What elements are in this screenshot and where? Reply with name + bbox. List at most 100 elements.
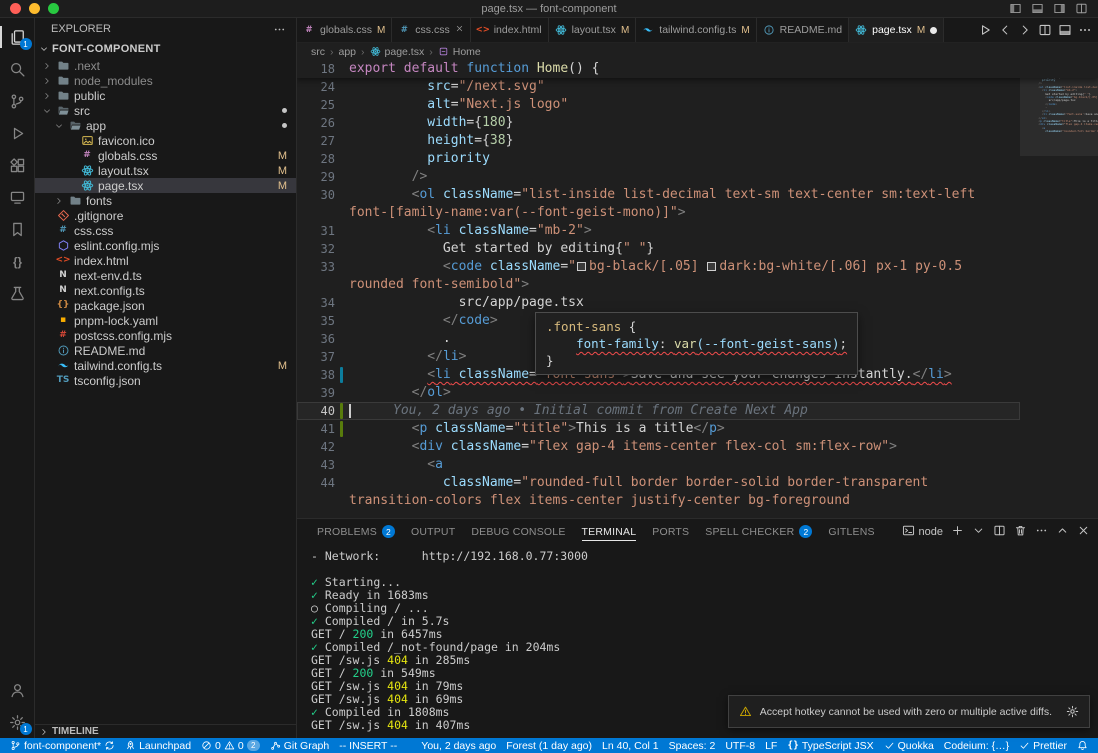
notification-toast[interactable]: Accept hotkey cannot be used with zero o… [728, 695, 1090, 728]
breadcrumb-item-src[interactable]: src [311, 46, 325, 58]
split-terminal[interactable] [993, 524, 1006, 540]
status-forest[interactable]: Forest (1 day ago) [501, 738, 597, 753]
panel-tab-terminal[interactable]: TERMINAL [574, 519, 645, 544]
tree-item-css-css[interactable]: #css.css [35, 223, 296, 238]
panel-tab-spell-checker[interactable]: SPELL CHECKER2 [697, 519, 820, 544]
code-line-32[interactable]: 32 Get started by editing{" "} [297, 240, 1020, 258]
tab-index-html[interactable]: <>index.html [471, 18, 549, 42]
line-number[interactable]: 39 [297, 384, 349, 402]
tree-item-src[interactable]: src [35, 103, 296, 118]
line-number[interactable]: 44 [297, 474, 349, 510]
code-line-26[interactable]: 26 width={180} [297, 114, 1020, 132]
tab-tailwind-config-ts[interactable]: tailwind.config.tsM [636, 18, 756, 42]
line-number[interactable]: 26 [297, 114, 349, 132]
panel-tab-debug-console[interactable]: DEBUG CONSOLE [463, 519, 573, 544]
toggle-panel-layout-icon[interactable] [1058, 23, 1072, 37]
tree-item-index-html[interactable]: <>index.html [35, 253, 296, 268]
minimize-window-button[interactable] [29, 3, 40, 14]
tree-item-eslint-config-mjs[interactable]: eslint.config.mjs [35, 238, 296, 253]
activity-source-control[interactable] [0, 85, 35, 117]
activity-explorer[interactable]: 1 [0, 21, 35, 53]
line-number[interactable]: 37 [297, 348, 349, 366]
line-number[interactable]: 41 [297, 420, 349, 438]
status-git-graph[interactable]: Git Graph [265, 738, 335, 753]
toggle-primary-sidebar-icon[interactable] [1009, 2, 1022, 15]
tree-item-postcss-config-mjs[interactable]: #postcss.config.mjs [35, 328, 296, 343]
status-branch[interactable]: font-component* [5, 738, 120, 753]
status-encoding[interactable]: UTF-8 [720, 738, 760, 753]
line-number[interactable]: 28 [297, 150, 349, 168]
terminal-profile[interactable]: node [902, 524, 943, 540]
activity-snippets[interactable]: {} [0, 245, 35, 277]
breadcrumb-item-page-tsx[interactable]: page.tsx [370, 46, 425, 58]
line-number[interactable]: 34 [297, 294, 349, 312]
explorer-more-actions-icon[interactable] [273, 23, 286, 36]
activity-run-and-debug[interactable] [0, 117, 35, 149]
line-number[interactable]: 42 [297, 438, 349, 456]
line-number[interactable]: 32 [297, 240, 349, 258]
tree-item-tailwind-config-ts[interactable]: tailwind.config.tsM [35, 358, 296, 373]
kill-terminal[interactable] [1014, 524, 1027, 540]
tree-item-next-config-ts[interactable]: Nnext.config.ts [35, 283, 296, 298]
tab-page-tsx[interactable]: page.tsxM [849, 18, 944, 42]
tree-item-layout-tsx[interactable]: layout.tsxM [35, 163, 296, 178]
panel-tab-gitlens[interactable]: GITLENS [820, 519, 882, 544]
tree-item-tsconfig-json[interactable]: TStsconfig.json [35, 373, 296, 388]
tree-item-favicon-ico[interactable]: favicon.ico [35, 133, 296, 148]
new-terminal[interactable] [951, 524, 964, 540]
status-vim-mode[interactable]: -- INSERT -- [334, 738, 402, 753]
panel-tab-problems[interactable]: PROBLEMS2 [309, 519, 403, 544]
toggle-panel-icon[interactable] [1031, 2, 1044, 15]
code-line-28[interactable]: 28 priority [297, 150, 1020, 168]
tree-item-globals-css[interactable]: #globals.cssM [35, 148, 296, 163]
run-file-icon[interactable] [978, 23, 992, 37]
code-line-29[interactable]: 29 /> [297, 168, 1020, 186]
line-number[interactable]: 33 [297, 258, 349, 294]
status-problems[interactable]: 002 [196, 738, 265, 753]
line-number[interactable]: 38 [297, 366, 349, 384]
code-line-24[interactable]: 24 src="/next.svg" [297, 78, 1020, 96]
code-line-44[interactable]: 44 className="rounded-full border border… [297, 474, 1020, 510]
activity-accounts[interactable] [0, 674, 35, 706]
tab-layout-tsx[interactable]: layout.tsxM [549, 18, 637, 42]
line-number[interactable]: 25 [297, 96, 349, 114]
split-editor-icon[interactable] [1038, 23, 1052, 37]
status-cursor-position[interactable]: Ln 40, Col 1 [597, 738, 664, 753]
project-root[interactable]: FONT-COMPONENT [35, 40, 296, 58]
toggle-secondary-sidebar-icon[interactable] [1053, 2, 1066, 15]
tab-globals-css[interactable]: #globals.cssM [297, 18, 392, 42]
zoom-window-button[interactable] [48, 3, 59, 14]
close-window-button[interactable] [10, 3, 21, 14]
code-line-27[interactable]: 27 height={38} [297, 132, 1020, 150]
more-terminal-actions[interactable] [1035, 524, 1048, 540]
close-tab-icon[interactable] [455, 24, 464, 36]
navigate-back-icon[interactable] [998, 23, 1012, 37]
terminal-profile-dropdown[interactable] [972, 524, 985, 540]
status-prettier[interactable]: Prettier [1014, 738, 1072, 753]
line-number[interactable]: 18 [297, 60, 349, 78]
maximize-panel[interactable] [1056, 524, 1069, 540]
customize-layout-icon[interactable] [1075, 2, 1088, 15]
code-line-33[interactable]: 33 <code className="bg-black/[.05] dark:… [297, 258, 1020, 294]
sticky-line[interactable]: 18export default function Home() { [297, 60, 1098, 78]
line-number[interactable]: 31 [297, 222, 349, 240]
status-codeium[interactable]: Codeium: {…} [939, 738, 1014, 753]
close-panel[interactable] [1077, 524, 1090, 540]
tree-item-package-json[interactable]: {}package.json [35, 298, 296, 313]
activity-remote-explorer[interactable] [0, 181, 35, 213]
breadcrumb-item-app[interactable]: app [339, 46, 357, 58]
code-line-39[interactable]: 39 </ol> [297, 384, 1020, 402]
line-number[interactable]: 40 [297, 402, 349, 420]
tree-item-public[interactable]: public [35, 88, 296, 103]
tree-item-app[interactable]: app [35, 118, 296, 133]
code-line-43[interactable]: 43 <a [297, 456, 1020, 474]
status-eol[interactable]: LF [760, 738, 782, 753]
minimap[interactable]: export default function Home() { src="/n… [1020, 60, 1098, 518]
line-number[interactable]: 24 [297, 78, 349, 96]
activity-testing[interactable] [0, 277, 35, 309]
code-line-30[interactable]: 30 <ol className="list-inside list-decim… [297, 186, 1020, 222]
line-number[interactable]: 30 [297, 186, 349, 222]
status-blame[interactable]: You, 2 days ago [416, 738, 501, 753]
tree-item-fonts[interactable]: fonts [35, 193, 296, 208]
code-line-31[interactable]: 31 <li className="mb-2"> [297, 222, 1020, 240]
